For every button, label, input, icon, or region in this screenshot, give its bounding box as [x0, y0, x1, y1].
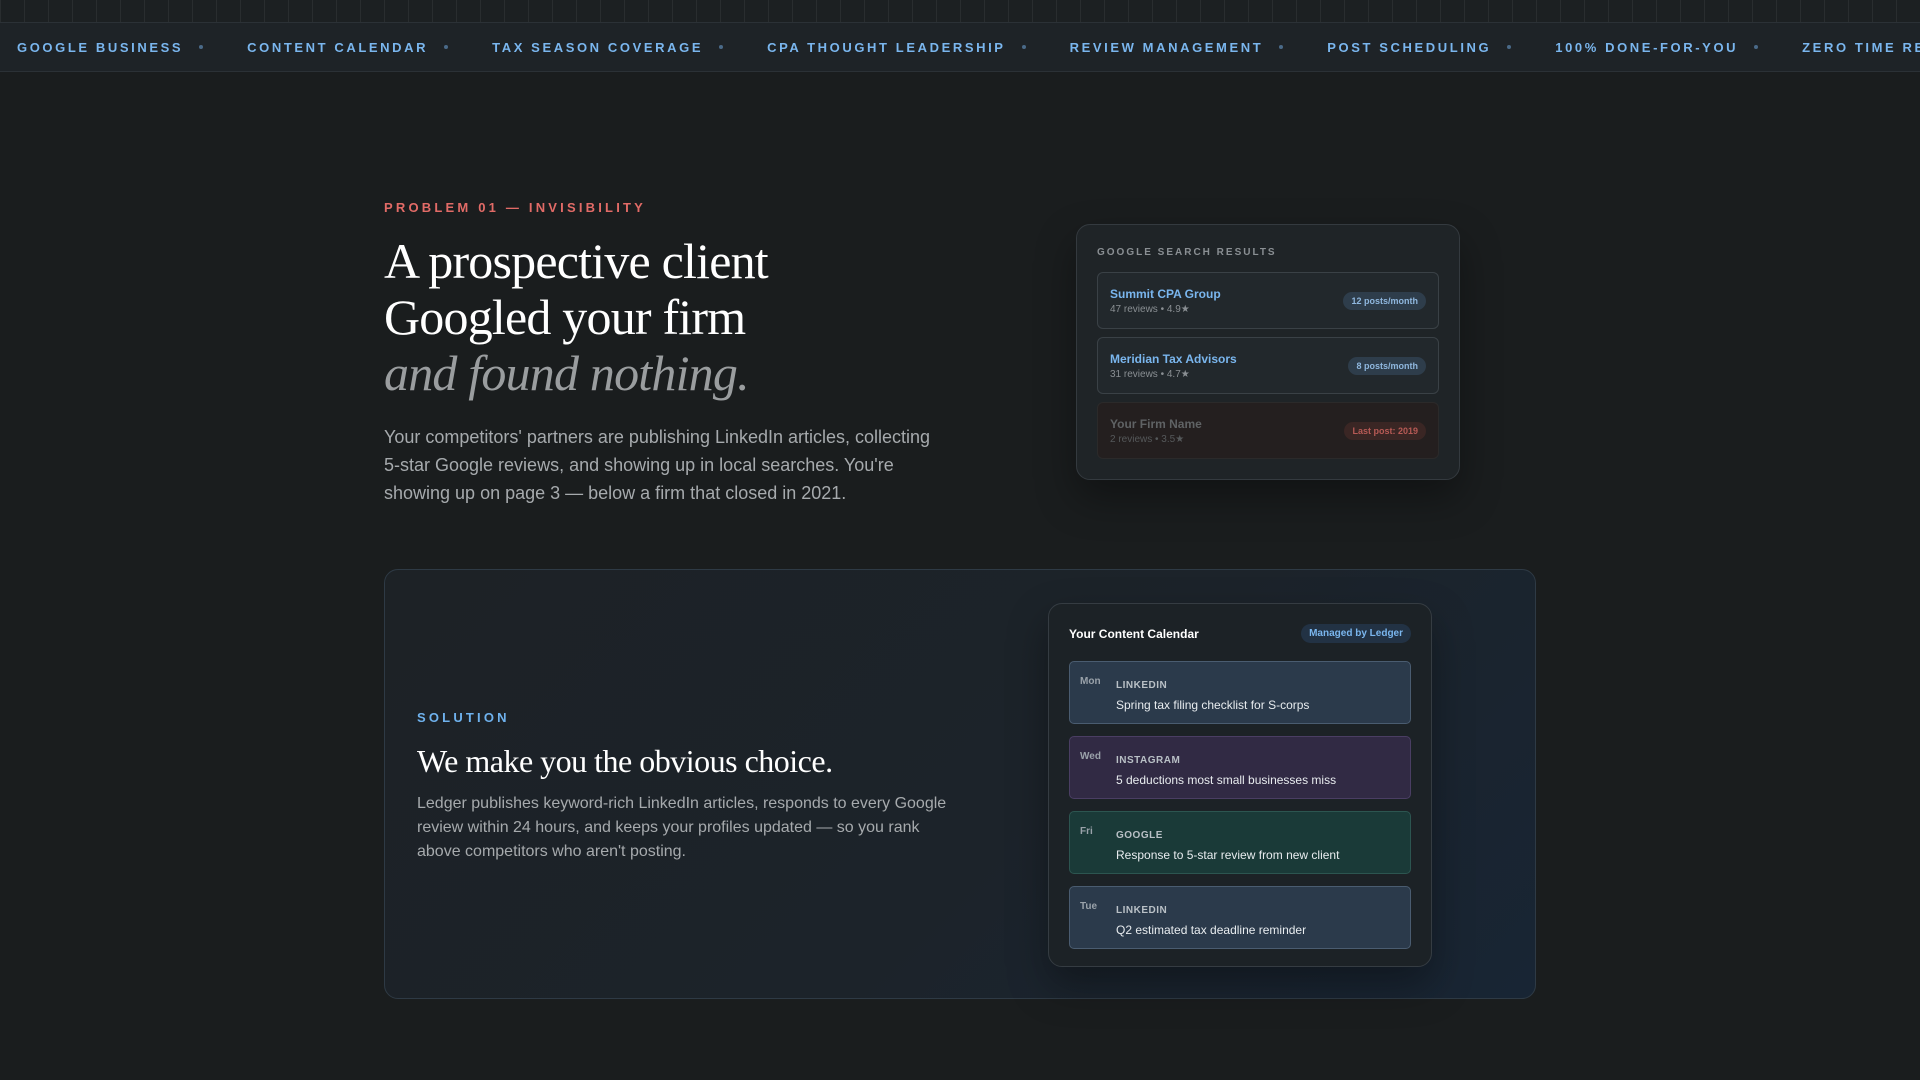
solution-panel: SOLUTION We make you the obvious choice.… [384, 569, 1536, 999]
search-result-row: Meridian Tax Advisors 31 reviews • 4.7★ … [1097, 337, 1439, 394]
ticker-item: ZERO TIME REQUIRED [1802, 39, 1920, 55]
headline-italic-line: and found nothing. [384, 345, 750, 401]
search-result-row-your-firm: Your Firm Name 2 reviews • 3.5★ Last pos… [1097, 402, 1439, 459]
calendar-day: Fri [1080, 826, 1093, 837]
calendar-topic: Q2 estimated tax deadline reminder [1116, 923, 1307, 937]
dot-separator-icon [199, 45, 204, 49]
ticker-item: 100% DONE-FOR-YOU [1555, 40, 1759, 55]
calendar-platform: LINKEDIN [1116, 680, 1168, 691]
managed-by-badge: Managed by Ledger [1301, 624, 1411, 643]
content-calendar-card: Your Content Calendar Managed by Ledger … [1048, 603, 1432, 967]
headline-line: A prospective client [384, 233, 769, 289]
ticker-item: POST SCHEDULING [1327, 40, 1512, 55]
google-search-results-card: GOOGLE SEARCH RESULTS Summit CPA Group 4… [1076, 224, 1460, 480]
feature-ticker: GOOGLE BUSINESS CONTENT CALENDAR TAX SEA… [0, 22, 1920, 72]
ticker-item: GOOGLE BUSINESS [17, 40, 204, 55]
calendar-topic: Response to 5-star review from new clien… [1116, 848, 1340, 862]
result-review-meta: 31 reviews • 4.7★ [1110, 368, 1190, 380]
posts-per-month-badge: 8 posts/month [1348, 356, 1426, 375]
calendar-header: Your Content Calendar Managed by Ledger [1069, 624, 1411, 643]
problem-eyebrow: PROBLEM 01 — INVISIBILITY [384, 200, 647, 215]
posts-per-month-badge: 12 posts/month [1343, 291, 1426, 310]
last-post-badge: Last post: 2019 [1344, 421, 1426, 440]
dot-separator-icon [1754, 45, 1759, 49]
dot-separator-icon [1507, 45, 1512, 49]
solution-text: SOLUTION We make you the obvious choice.… [417, 710, 957, 864]
headline-line: Googled your firm [384, 289, 746, 345]
calendar-topic: Spring tax filing checklist for S-corps [1116, 698, 1310, 712]
result-firm-name: Meridian Tax Advisors [1110, 351, 1237, 366]
dot-separator-icon [444, 45, 449, 49]
calendar-day: Wed [1080, 751, 1101, 762]
calendar-platform: INSTAGRAM [1116, 755, 1181, 766]
ticker-item: CPA THOUGHT LEADERSHIP [767, 40, 1026, 55]
problem-headline: A prospective client Googled your firm a… [384, 233, 944, 401]
search-card-eyebrow: GOOGLE SEARCH RESULTS [1097, 247, 1277, 258]
search-result-row: Summit CPA Group 47 reviews • 4.9★ 12 po… [1097, 272, 1439, 329]
problem-body: Your competitors' partners are publishin… [384, 427, 931, 503]
solution-body: Ledger publishes keyword-rich LinkedIn a… [417, 795, 947, 860]
calendar-title: Your Content Calendar [1069, 626, 1199, 641]
dot-separator-icon [1021, 45, 1026, 49]
calendar-topic: 5 deductions most small businesses miss [1116, 773, 1337, 787]
calendar-day: Tue [1080, 901, 1098, 912]
ticker-item: REVIEW MANAGEMENT [1070, 40, 1284, 55]
ticker-item: TAX SEASON COVERAGE [492, 40, 724, 55]
result-review-meta: 47 reviews • 4.9★ [1110, 303, 1190, 315]
calendar-entry: Fri GOOGLE Response to 5-star review fro… [1069, 811, 1411, 874]
solution-eyebrow: SOLUTION [417, 710, 510, 725]
calendar-entry: Tue LINKEDIN Q2 estimated tax deadline r… [1069, 886, 1411, 949]
calendar-platform: LINKEDIN [1116, 905, 1168, 916]
problem-section: PROBLEM 01 — INVISIBILITY A prospective … [384, 200, 944, 507]
result-firm-name: Your Firm Name [1110, 416, 1202, 431]
top-grid-strip [0, 0, 1920, 22]
calendar-entry: Wed INSTAGRAM 5 deductions most small bu… [1069, 736, 1411, 799]
dot-separator-icon [719, 45, 724, 49]
solution-heading: We make you the obvious choice. [417, 743, 833, 779]
ticker-item: CONTENT CALENDAR [247, 40, 449, 55]
calendar-platform: GOOGLE [1116, 830, 1163, 841]
result-firm-name: Summit CPA Group [1110, 286, 1221, 301]
calendar-day: Mon [1080, 676, 1101, 687]
result-review-meta: 2 reviews • 3.5★ [1110, 433, 1185, 445]
dot-separator-icon [1279, 45, 1284, 49]
calendar-entry: Mon LINKEDIN Spring tax filing checklist… [1069, 661, 1411, 724]
